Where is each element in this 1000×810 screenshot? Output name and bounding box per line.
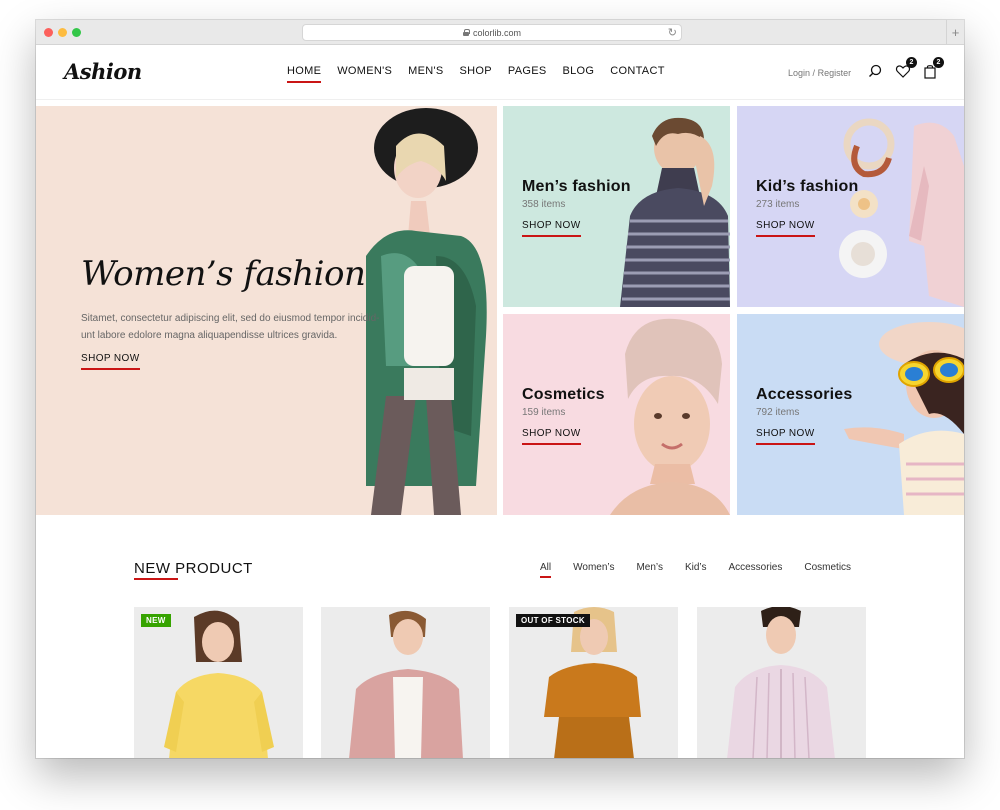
mens-model-photo bbox=[620, 117, 730, 307]
product-filters: All Women’s Men’s Kid’s Accessories Cosm… bbox=[540, 562, 851, 578]
search-icon[interactable] bbox=[867, 63, 883, 79]
accessories-model-photo bbox=[844, 322, 964, 515]
section-title: NEW PRODUCT bbox=[134, 560, 253, 577]
nav-pages[interactable]: PAGES bbox=[508, 65, 547, 81]
mens-shop-now-link[interactable]: SHOP NOW bbox=[522, 220, 581, 237]
nav-blog[interactable]: BLOG bbox=[562, 65, 594, 81]
wishlist-count-badge: 2 bbox=[906, 57, 917, 68]
site-logo[interactable]: Ashion bbox=[64, 59, 142, 84]
product-card[interactable] bbox=[697, 607, 866, 758]
wishlist-button[interactable]: 2 bbox=[895, 57, 917, 79]
new-tab-button[interactable]: + bbox=[946, 20, 964, 45]
product-card[interactable]: NEW bbox=[134, 607, 303, 758]
main-nav: HOME WOMEN'S MEN'S SHOP PAGES BLOG CONTA… bbox=[287, 65, 665, 83]
nav-home[interactable]: HOME bbox=[287, 65, 322, 83]
browser-window: colorlib.com ↻ + Ashion HOME WOMEN'S MEN… bbox=[36, 20, 964, 758]
category-mens-fashion[interactable]: Men’s fashion 358 items SHOP NOW bbox=[503, 106, 730, 307]
hero-shop-now-link[interactable]: SHOP NOW bbox=[81, 353, 140, 370]
reload-icon[interactable]: ↻ bbox=[668, 26, 677, 39]
hero-title: Women’s fashion bbox=[81, 254, 366, 294]
url-text: colorlib.com bbox=[472, 27, 521, 38]
filter-mens[interactable]: Men’s bbox=[636, 562, 663, 573]
product-card[interactable]: OUT OF STOCK bbox=[509, 607, 678, 758]
lock-icon bbox=[462, 29, 470, 36]
address-bar[interactable]: colorlib.com ↻ bbox=[302, 24, 682, 41]
filter-womens[interactable]: Women’s bbox=[573, 562, 614, 573]
category-count: 358 items bbox=[522, 199, 566, 210]
cart-button[interactable]: 2 bbox=[922, 57, 944, 79]
auth-links: Login / Register bbox=[788, 68, 851, 78]
product-photo bbox=[727, 607, 835, 758]
close-window-button[interactable] bbox=[44, 28, 53, 37]
cart-count-badge: 2 bbox=[933, 57, 944, 68]
auth-separator: / bbox=[812, 68, 816, 78]
section-title-underline bbox=[134, 578, 178, 580]
out-of-stock-badge: OUT OF STOCK bbox=[516, 614, 590, 627]
login-link[interactable]: Login bbox=[788, 68, 810, 78]
filter-all[interactable]: All bbox=[540, 562, 552, 578]
minimize-window-button[interactable] bbox=[58, 28, 67, 37]
maximize-window-button[interactable] bbox=[72, 28, 81, 37]
hero-description: Sitamet, consectetur adipiscing elit, se… bbox=[81, 313, 380, 341]
product-photo bbox=[544, 607, 641, 758]
new-badge: NEW bbox=[141, 614, 171, 627]
category-title: Accessories bbox=[756, 386, 853, 403]
nav-shop[interactable]: SHOP bbox=[460, 65, 492, 81]
nav-womens[interactable]: WOMEN'S bbox=[337, 65, 392, 81]
kids-shop-now-link[interactable]: SHOP NOW bbox=[756, 220, 815, 237]
browser-toolbar: colorlib.com ↻ + bbox=[36, 20, 964, 45]
category-kids-fashion[interactable]: Kid’s fashion 273 items SHOP NOW bbox=[737, 106, 964, 307]
kids-products-photo bbox=[839, 118, 964, 307]
nav-contact[interactable]: CONTACT bbox=[610, 65, 664, 81]
register-link[interactable]: Register bbox=[818, 68, 852, 78]
nav-mens[interactable]: MEN'S bbox=[408, 65, 443, 81]
site-header: Ashion HOME WOMEN'S MEN'S SHOP PAGES BLO… bbox=[36, 45, 964, 100]
filter-kids[interactable]: Kid’s bbox=[685, 562, 707, 573]
product-photo bbox=[349, 610, 463, 758]
category-cosmetics[interactable]: Cosmetics 159 items SHOP NOW bbox=[503, 314, 730, 515]
filter-accessories[interactable]: Accessories bbox=[728, 562, 782, 573]
filter-cosmetics[interactable]: Cosmetics bbox=[804, 562, 851, 573]
category-count: 792 items bbox=[756, 407, 800, 418]
category-title: Men’s fashion bbox=[522, 178, 631, 195]
category-count: 159 items bbox=[522, 407, 566, 418]
cosmetics-model-photo bbox=[610, 318, 730, 515]
hero-womens-fashion: Women’s fashion Sitamet, consectetur adi… bbox=[36, 106, 497, 515]
category-title: Cosmetics bbox=[522, 386, 605, 403]
category-count: 273 items bbox=[756, 199, 800, 210]
category-accessories[interactable]: Accessories 792 items SHOP NOW bbox=[737, 314, 964, 515]
product-photo bbox=[164, 610, 274, 758]
cosmetics-shop-now-link[interactable]: SHOP NOW bbox=[522, 428, 581, 445]
accessories-shop-now-link[interactable]: SHOP NOW bbox=[756, 428, 815, 445]
category-title: Kid’s fashion bbox=[756, 178, 859, 195]
product-card[interactable] bbox=[321, 607, 490, 758]
